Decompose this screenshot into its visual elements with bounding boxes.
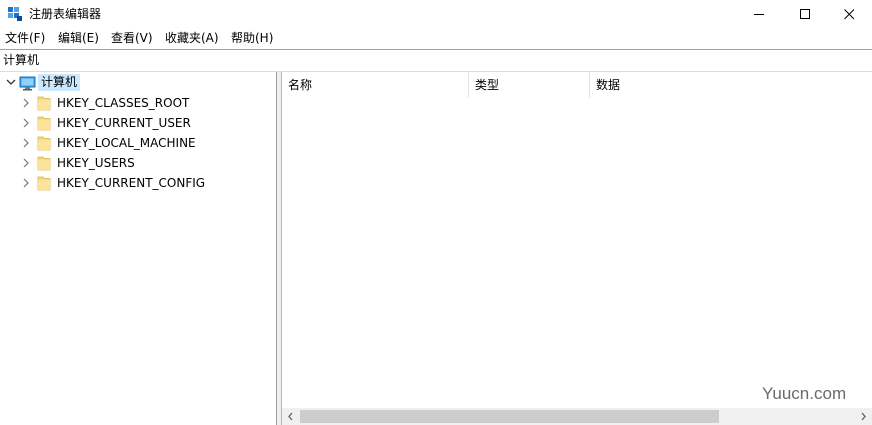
title-bar: 注册表编辑器 (0, 0, 872, 28)
maximize-icon (799, 8, 810, 19)
folder-icon (37, 116, 51, 131)
scroll-right-button[interactable] (855, 408, 872, 425)
chevron-right-icon[interactable] (22, 158, 30, 168)
folder-icon (37, 136, 51, 151)
window-title: 注册表编辑器 (29, 7, 102, 21)
menu-bar: 文件(F) 编辑(E) 查看(V) 收藏夹(A) 帮助(H) (0, 29, 872, 48)
tree-node-label: HKEY_CURRENT_CONFIG (57, 176, 206, 190)
tree-node[interactable]: HKEY_CLASSES_ROOT (0, 93, 276, 113)
menu-view[interactable]: 查看(V) (111, 31, 153, 46)
chevron-right-icon[interactable] (22, 98, 30, 108)
menu-favorites[interactable]: 收藏夹(A) (165, 31, 219, 46)
tree-node[interactable]: HKEY_LOCAL_MACHINE (0, 133, 276, 153)
tree-node[interactable]: HKEY_CURRENT_USER (0, 113, 276, 133)
chevron-down-icon[interactable] (6, 77, 16, 87)
tree-node[interactable]: HKEY_USERS (0, 153, 276, 173)
chevron-right-icon[interactable] (22, 178, 30, 188)
computer-icon (19, 76, 36, 91)
tree-root-label[interactable]: 计算机 (38, 74, 81, 91)
tree-node-label: HKEY_LOCAL_MACHINE (57, 136, 196, 150)
chevron-right-icon (861, 412, 866, 421)
tree-node-label: HKEY_CURRENT_USER (57, 116, 191, 130)
tree-pane: 计算机 HKEY_CLASSES_ROOT HKEY_CURRENT_USER … (0, 72, 277, 425)
registry-editor-icon (8, 7, 22, 21)
watermark: Yuucn.com (762, 384, 847, 403)
minimize-icon (753, 13, 764, 15)
menu-file[interactable]: 文件(F) (5, 31, 45, 46)
minimize-button[interactable] (736, 0, 782, 28)
column-header-type[interactable]: 类型 (469, 72, 590, 98)
tree-node[interactable]: HKEY_CURRENT_CONFIG (0, 173, 276, 193)
tree-root-computer[interactable]: 计算机 (0, 74, 276, 92)
folder-icon (37, 156, 51, 171)
tree-node-label: HKEY_CLASSES_ROOT (57, 96, 190, 110)
list-header: 名称 类型 数据 (282, 72, 872, 98)
chevron-right-icon[interactable] (22, 138, 30, 148)
horizontal-scrollbar[interactable] (282, 408, 872, 425)
scroll-left-button[interactable] (282, 408, 299, 425)
folder-icon (37, 96, 51, 111)
column-header-name[interactable]: 名称 (282, 72, 469, 98)
folder-icon (37, 176, 51, 191)
tree-node-label: HKEY_USERS (57, 156, 135, 170)
maximize-button[interactable] (782, 0, 828, 28)
address-path: 计算机 (3, 53, 40, 67)
close-icon (843, 8, 854, 19)
menu-help[interactable]: 帮助(H) (231, 31, 273, 46)
menu-edit[interactable]: 编辑(E) (58, 31, 99, 46)
scroll-thumb[interactable] (300, 410, 719, 423)
close-button[interactable] (826, 0, 872, 28)
list-pane: 名称 类型 数据 (282, 72, 872, 425)
chevron-right-icon[interactable] (22, 118, 30, 128)
column-header-data[interactable]: 数据 (590, 72, 872, 98)
address-bar[interactable]: 计算机 (0, 49, 872, 72)
chevron-left-icon (288, 412, 293, 421)
